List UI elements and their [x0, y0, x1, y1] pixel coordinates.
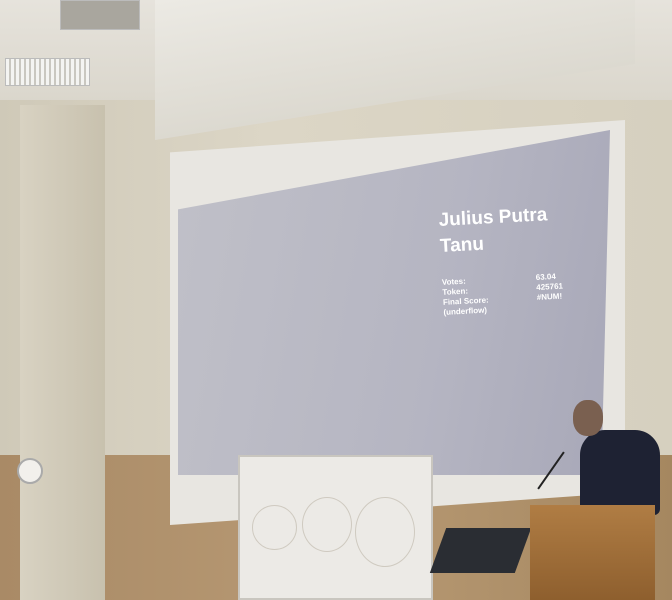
slide-content: Julius Putra Tanu Votes: 63.04 Token: 4257…	[438, 202, 564, 318]
laptop	[429, 528, 532, 573]
drawn-circle	[252, 505, 297, 550]
drawn-circle	[355, 497, 415, 567]
drawn-circle	[302, 497, 352, 552]
stat-value	[537, 302, 564, 313]
ceiling-light	[5, 58, 90, 86]
ceiling-vent	[60, 0, 140, 30]
podium	[530, 505, 655, 600]
slide-name-line2: Tanu	[439, 233, 485, 257]
whiteboard	[238, 455, 433, 600]
presenter-body	[580, 430, 660, 515]
wall-clock	[17, 458, 43, 484]
slide-stats: Votes: 63.04 Token: 425761 Final Score: #NU…	[442, 272, 565, 318]
presenter-head	[573, 400, 603, 436]
pillar	[20, 105, 105, 600]
